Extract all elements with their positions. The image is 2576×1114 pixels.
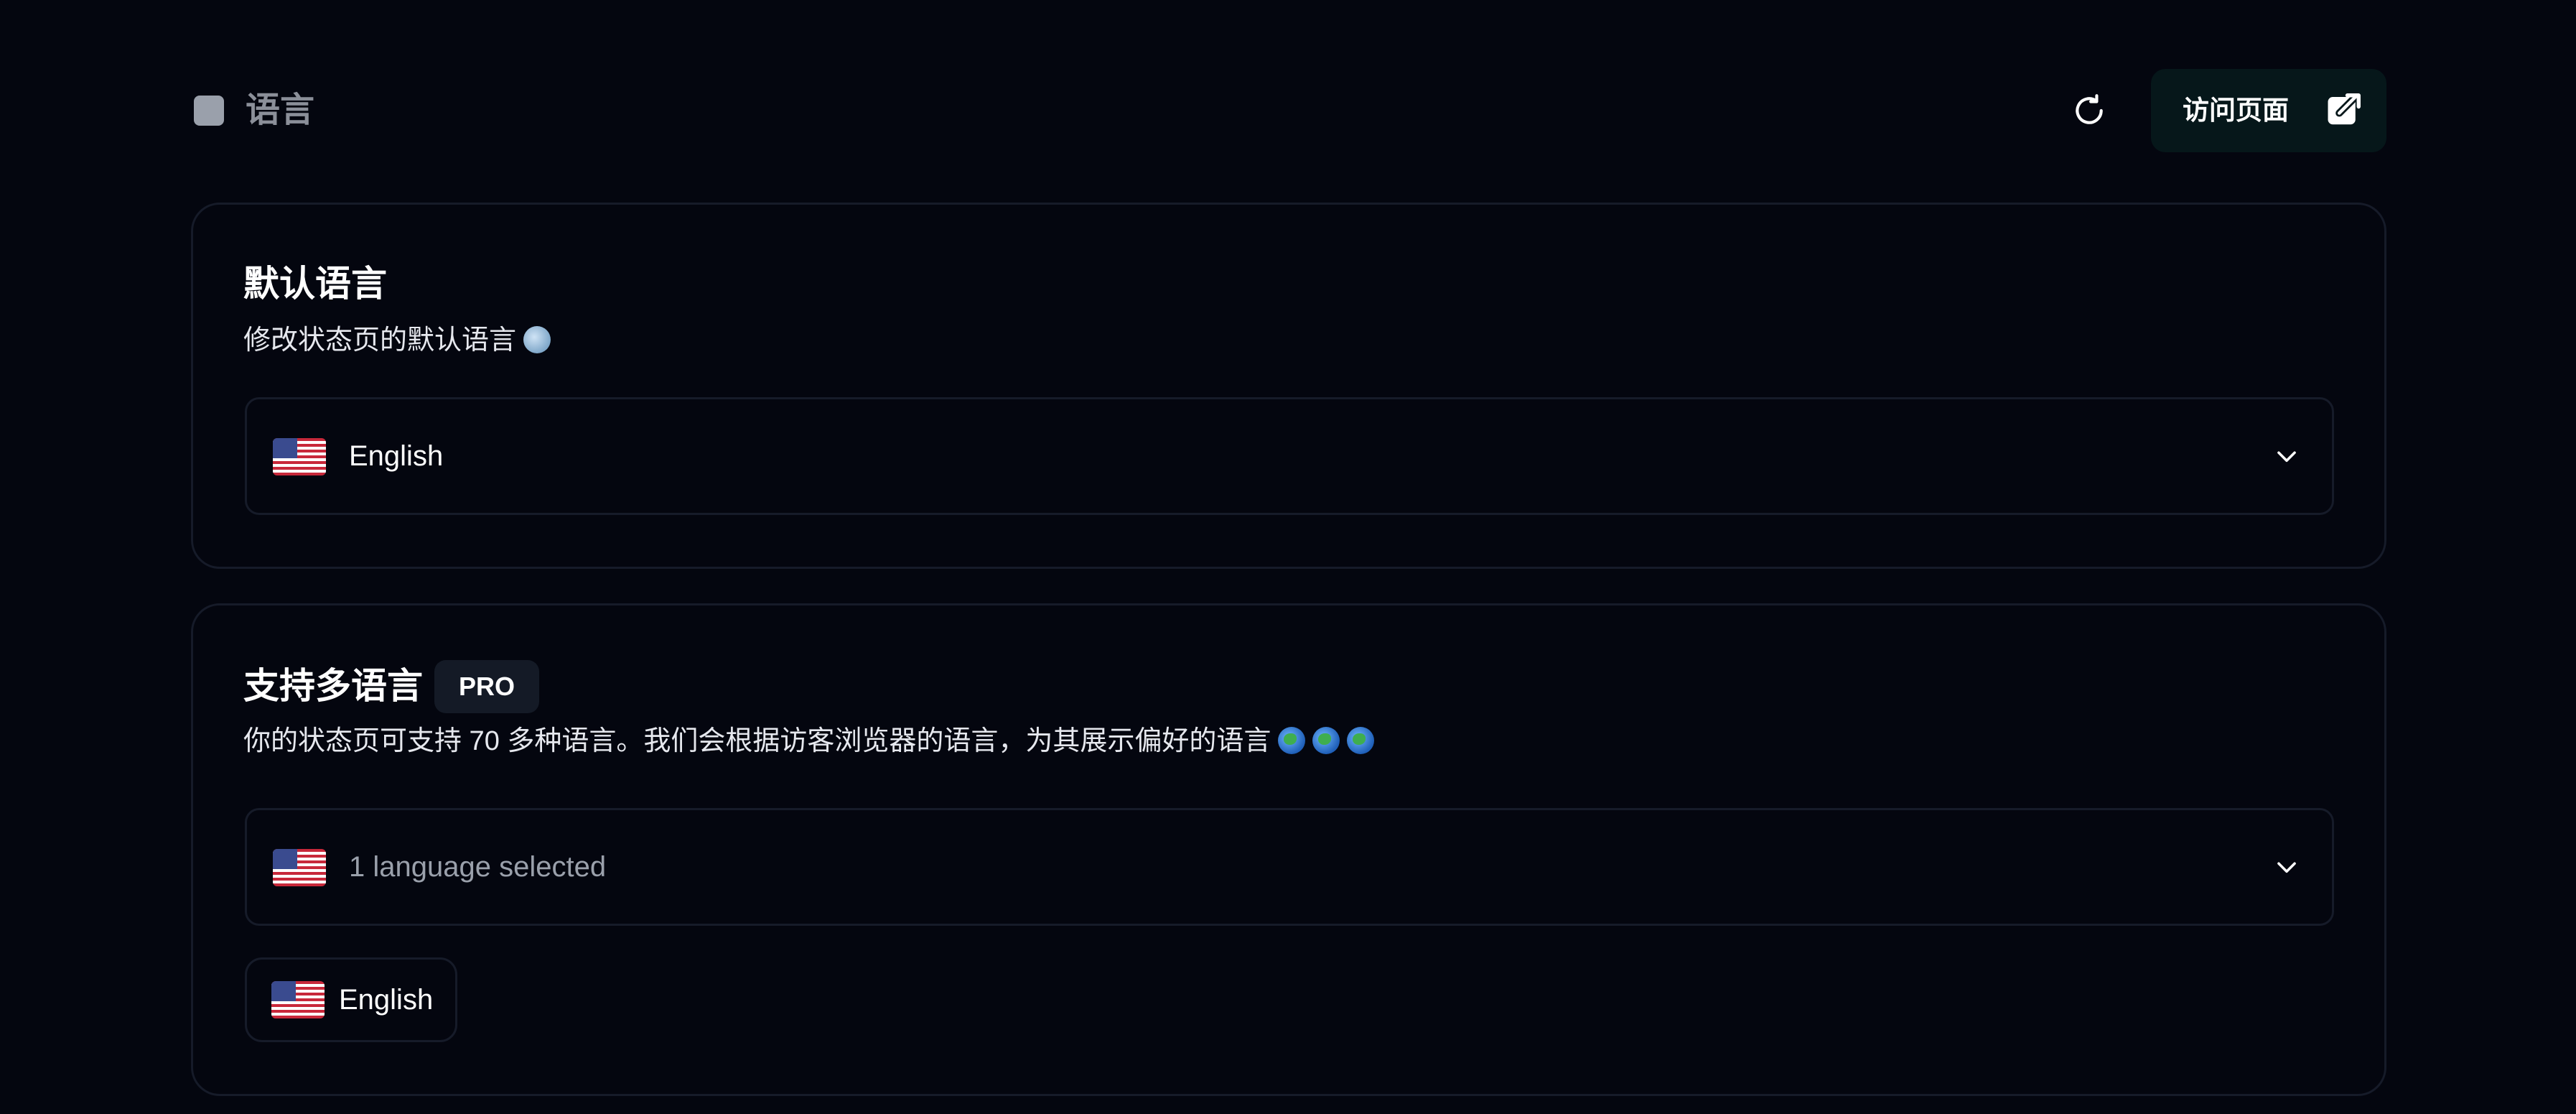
us-flag-icon bbox=[273, 438, 326, 475]
page-header: 语言 访问页面 bbox=[192, 69, 2386, 152]
multi-language-description: 你的状态页可支持 70 多种语言。我们会根据访客浏览器的语言，为其展示偏好的语言 bbox=[243, 722, 1375, 761]
earth-icon bbox=[1278, 727, 1306, 754]
default-language-description-text: 修改状态页的默认语言 bbox=[243, 325, 517, 356]
language-chip-english[interactable]: English bbox=[245, 957, 457, 1042]
page-title: 语言 bbox=[246, 91, 315, 129]
multi-language-title: 支持多语言 bbox=[243, 666, 423, 706]
language-square-icon bbox=[194, 96, 224, 126]
language-settings-page: 语言 访问页面 默认语言 修改状态页的默认语言 English 支持多语言 PR… bbox=[0, 0, 2576, 1114]
multi-language-description-text: 你的状态页可支持 70 多种语言。我们会根据访客浏览器的语言，为其展示偏好的语言 bbox=[243, 726, 1271, 756]
default-language-card: 默认语言 修改状态页的默认语言 English bbox=[191, 203, 2386, 569]
multi-language-select-value: 1 language selected bbox=[349, 851, 607, 883]
multi-language-card: 支持多语言 PRO 你的状态页可支持 70 多种语言。我们会根据访客浏览器的语言… bbox=[191, 603, 2386, 1096]
refresh-icon bbox=[2076, 94, 2103, 124]
chevron-down-icon bbox=[2277, 451, 2296, 463]
visit-page-label: 访问页面 bbox=[2183, 96, 2289, 125]
refresh-button[interactable] bbox=[2066, 88, 2112, 134]
chevron-down-icon bbox=[2277, 862, 2296, 873]
pro-badge: PRO bbox=[434, 660, 539, 713]
globe-icon bbox=[523, 326, 551, 353]
earth-icon bbox=[1347, 727, 1375, 754]
default-language-value: English bbox=[349, 440, 444, 472]
language-chip-label: English bbox=[339, 984, 434, 1016]
default-language-title: 默认语言 bbox=[243, 264, 387, 304]
default-language-description: 修改状态页的默认语言 bbox=[243, 321, 551, 360]
earth-icon bbox=[1312, 727, 1340, 754]
external-link-icon bbox=[2328, 91, 2361, 125]
multi-language-select[interactable]: 1 language selected bbox=[245, 808, 2334, 926]
us-flag-icon bbox=[273, 849, 326, 886]
visit-page-button[interactable]: 访问页面 bbox=[2151, 69, 2386, 152]
default-language-select[interactable]: English bbox=[245, 397, 2334, 515]
us-flag-icon bbox=[271, 981, 325, 1018]
